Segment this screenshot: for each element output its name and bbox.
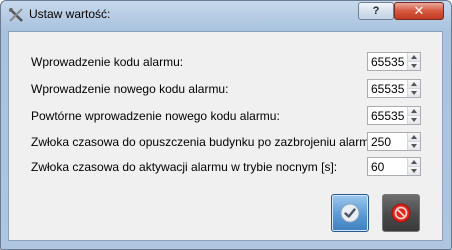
- spin-arrows: [407, 158, 420, 175]
- value-spinbox[interactable]: 65535: [367, 79, 421, 98]
- field-label: Wprowadzenie kodu alarmu:: [31, 55, 184, 69]
- field-label: Zwłoka czasowa do opuszczenia budynku po…: [31, 135, 396, 149]
- dialog-body: Wprowadzenie kodu alarmu: 65535 Wprowadz…: [8, 31, 443, 241]
- cancel-button[interactable]: [382, 194, 420, 232]
- value-spinbox[interactable]: 65535: [367, 52, 421, 71]
- field-label: Powtórne wprowadzenie nowego kodu alarmu…: [31, 109, 280, 123]
- spin-down-icon[interactable]: [408, 89, 420, 97]
- spin-down-icon[interactable]: [408, 62, 420, 70]
- spin-arrows: [407, 133, 420, 150]
- spin-up-icon[interactable]: [408, 107, 420, 116]
- field-row: Zwłoka czasowa do aktywacji alarmu w try…: [9, 157, 442, 177]
- value-spinbox[interactable]: 250: [367, 132, 421, 151]
- dialog-window: Ustaw wartość: ? ✕ Wprowadzenie kodu ala…: [0, 0, 452, 250]
- value-input[interactable]: 65535: [371, 109, 404, 123]
- spin-up-icon[interactable]: [408, 133, 420, 142]
- spin-up-icon[interactable]: [408, 80, 420, 89]
- spin-arrows: [407, 53, 420, 70]
- ok-button[interactable]: [331, 194, 369, 232]
- field-row: Wprowadzenie kodu alarmu: 65535: [9, 52, 442, 72]
- field-row: Zwłoka czasowa do opuszczenia budynku po…: [9, 132, 442, 152]
- value-spinbox[interactable]: 60: [367, 157, 421, 176]
- value-input[interactable]: 60: [371, 160, 384, 174]
- title-bar[interactable]: Ustaw wartość: ? ✕: [1, 1, 451, 29]
- field-row: Wprowadzenie nowego kodu alarmu: 65535: [9, 79, 442, 99]
- spin-up-icon[interactable]: [408, 158, 420, 167]
- value-input[interactable]: 65535: [371, 55, 404, 69]
- field-label: Wprowadzenie nowego kodu alarmu:: [31, 82, 229, 96]
- spin-arrows: [407, 80, 420, 97]
- value-input[interactable]: 250: [371, 135, 391, 149]
- spin-down-icon[interactable]: [408, 116, 420, 124]
- field-row: Powtórne wprowadzenie nowego kodu alarmu…: [9, 106, 442, 126]
- spin-arrows: [407, 107, 420, 124]
- value-spinbox[interactable]: 65535: [367, 106, 421, 125]
- spin-down-icon[interactable]: [408, 142, 420, 150]
- spin-down-icon[interactable]: [408, 167, 420, 175]
- value-input[interactable]: 65535: [371, 82, 404, 96]
- close-button[interactable]: ✕: [394, 2, 444, 20]
- spin-up-icon[interactable]: [408, 53, 420, 62]
- help-button[interactable]: ?: [358, 2, 394, 20]
- window-title: Ustaw wartość:: [29, 7, 111, 21]
- field-label: Zwłoka czasowa do aktywacji alarmu w try…: [31, 160, 338, 174]
- tools-icon: [8, 7, 24, 23]
